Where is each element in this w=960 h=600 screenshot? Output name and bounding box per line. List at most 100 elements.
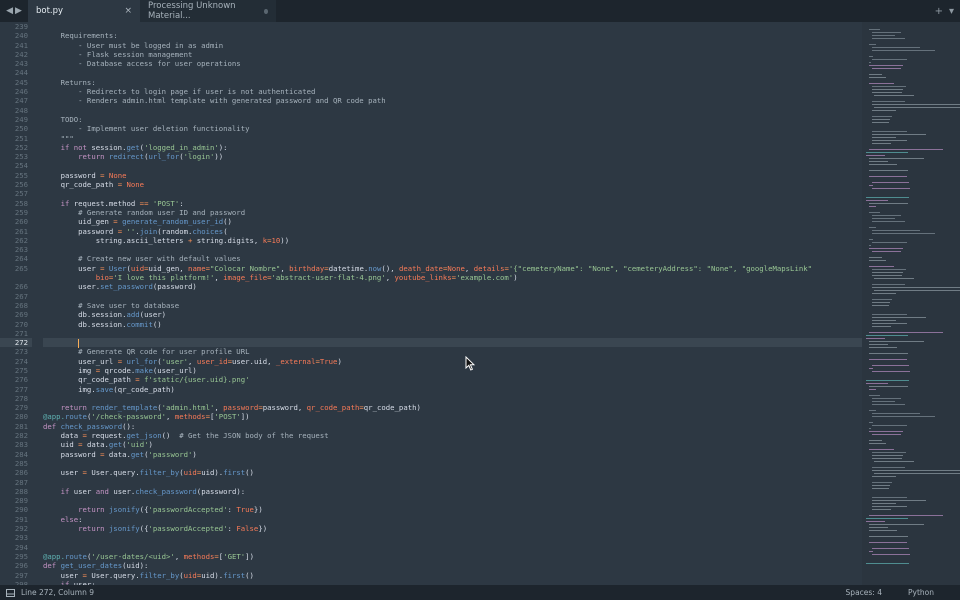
code-line[interactable]: user.set_password(password) — [43, 282, 862, 291]
code-line[interactable]: # Generate random user ID and password — [43, 208, 862, 217]
code-line[interactable]: Requirements: — [43, 31, 862, 40]
code-line[interactable] — [43, 496, 862, 505]
code-line[interactable]: if request.method == 'POST': — [43, 199, 862, 208]
code-line[interactable]: user = User(uid=uid_gen, name="Colocar N… — [43, 264, 862, 273]
code-line[interactable] — [43, 161, 862, 170]
code-line[interactable]: - Flask session management — [43, 50, 862, 59]
code-line[interactable]: data = request.get_json() # Get the JSON… — [43, 431, 862, 440]
line-number: 251 — [14, 133, 28, 143]
code-line[interactable]: uid = data.get('uid') — [43, 440, 862, 449]
code-line[interactable] — [43, 338, 862, 348]
code-editor[interactable]: 239 240 241 242 243 244 245 246 247 248 249 250 251 2… — [0, 22, 862, 585]
code-token: qr_code_path) — [363, 403, 421, 413]
code-line[interactable] — [43, 245, 862, 254]
code-line[interactable]: - Implement user deletion functionality — [43, 124, 862, 133]
code-line[interactable] — [43, 189, 862, 198]
code-token: data — [43, 431, 83, 441]
code-line[interactable]: return redirect(url_for('login')) — [43, 152, 862, 161]
minimap-line — [871, 434, 902, 435]
code-token: 'example.com' — [456, 273, 514, 283]
minimap-line — [868, 77, 886, 78]
line-number: 261 — [14, 226, 28, 236]
minimap-line — [871, 35, 895, 36]
new-tab-icon[interactable]: + — [935, 6, 943, 17]
code-line[interactable]: img.save(qr_code_path) — [43, 385, 862, 394]
code-line[interactable]: - Database access for user operations — [43, 59, 862, 68]
code-line[interactable]: def check_password(): — [43, 422, 862, 431]
code-line[interactable]: qr_code_path = f'static/{user.uid}.png' — [43, 375, 862, 384]
minimap-line — [874, 278, 914, 279]
unsaved-dot-icon[interactable] — [263, 8, 268, 14]
code-line[interactable]: img = qrcode.make(user_url) — [43, 366, 862, 375]
code-line[interactable]: else: — [43, 515, 862, 524]
code-line[interactable]: password = None — [43, 171, 862, 180]
code-line[interactable]: @app.route('/check-password', methods=['… — [43, 412, 862, 421]
tab-bot-py[interactable]: bot.py × — [28, 0, 140, 22]
panel-toggle-icon[interactable] — [6, 588, 15, 597]
code-line[interactable]: # Create new user with default values — [43, 254, 862, 263]
code-line[interactable]: - User must be logged in as admin — [43, 41, 862, 50]
minimap-line — [871, 218, 895, 219]
code-line[interactable]: """ — [43, 134, 862, 143]
code-line[interactable]: password = data.get('password') — [43, 450, 862, 459]
code-line[interactable]: @app.route('/user-dates/<uid>', methods=… — [43, 552, 862, 561]
code-line[interactable]: return render_template('admin.html', pas… — [43, 403, 862, 412]
syntax-selector[interactable]: Python — [908, 588, 960, 597]
line-number: 267 — [14, 291, 28, 301]
code-token: password, — [262, 403, 307, 413]
tab-processing-unknown-material[interactable]: Processing Unknown Material... — [140, 0, 276, 22]
code-line[interactable]: TODO: — [43, 115, 862, 124]
code-line[interactable]: qr_code_path = None — [43, 180, 862, 189]
code-line[interactable]: def get_user_dates(uid): — [43, 561, 862, 570]
code-token: - Flask session management — [43, 49, 193, 59]
code-area[interactable]: Requirements: - User must be logged in a… — [43, 22, 862, 585]
code-line[interactable]: password = ''.join(random.choices( — [43, 227, 862, 236]
code-line[interactable] — [43, 533, 862, 542]
code-token: , — [188, 356, 197, 366]
code-line[interactable]: return jsonify({'passwordAccepted': True… — [43, 505, 862, 514]
code-token: if not — [43, 142, 92, 152]
code-line[interactable]: if not session.get('logged_in_admin'): — [43, 143, 862, 152]
code-line[interactable]: Returns: — [43, 78, 862, 87]
code-line[interactable]: - Renders admin.html template with gener… — [43, 96, 862, 105]
line-number: 239 — [14, 22, 28, 31]
code-token: 'passwordAccepted' — [148, 524, 228, 534]
code-line[interactable]: if user and user.check_password(password… — [43, 487, 862, 496]
code-line[interactable] — [43, 329, 862, 338]
line-number: 274 — [14, 356, 28, 366]
code-line[interactable]: bio='I love this platform!', image_file=… — [43, 273, 862, 282]
code-line[interactable]: string.ascii_letters + string.digits, k=… — [43, 236, 862, 245]
code-line[interactable] — [43, 68, 862, 77]
code-line[interactable]: db.session.add(user) — [43, 310, 862, 319]
code-line[interactable]: user_url = url_for('user', user_id=user.… — [43, 357, 862, 366]
code-line[interactable]: return jsonify({'passwordAccepted': Fals… — [43, 524, 862, 533]
forward-arrow-icon[interactable]: ▶ — [15, 6, 22, 16]
minimap-line — [871, 452, 906, 453]
back-arrow-icon[interactable]: ◀ — [6, 6, 13, 16]
code-line[interactable] — [43, 543, 862, 552]
code-line[interactable]: # Generate QR code for user profile URL — [43, 347, 862, 356]
code-token: () — [161, 431, 180, 441]
minimap-line — [868, 212, 881, 213]
code-line[interactable]: uid_gen = generate_random_user_id() — [43, 217, 862, 226]
code-line[interactable]: user = User.query.filter_by(uid=uid).fir… — [43, 468, 862, 477]
code-line[interactable]: user = User.query.filter_by(uid=uid).fir… — [43, 571, 862, 580]
code-line[interactable]: db.session.commit() — [43, 320, 862, 329]
tab-menu-chevron-icon[interactable]: ▾ — [949, 6, 954, 17]
code-token: return — [43, 524, 109, 534]
code-token: Requirements: — [43, 31, 118, 41]
minimap-line — [868, 44, 876, 45]
code-line[interactable]: # Save user to database — [43, 301, 862, 310]
code-line[interactable] — [43, 394, 862, 403]
code-line[interactable] — [43, 478, 862, 487]
code-line[interactable] — [43, 459, 862, 468]
code-token: '/check-password' — [91, 412, 167, 422]
indentation-setting[interactable]: Spaces: 4 — [846, 588, 908, 597]
code-line[interactable] — [43, 292, 862, 301]
code-line[interactable]: - Redirects to login page if user is not… — [43, 87, 862, 96]
code-token: ): — [218, 142, 228, 152]
code-line[interactable] — [43, 22, 862, 31]
minimap[interactable] — [862, 22, 960, 585]
close-icon[interactable]: × — [124, 6, 132, 16]
code-line[interactable] — [43, 106, 862, 115]
